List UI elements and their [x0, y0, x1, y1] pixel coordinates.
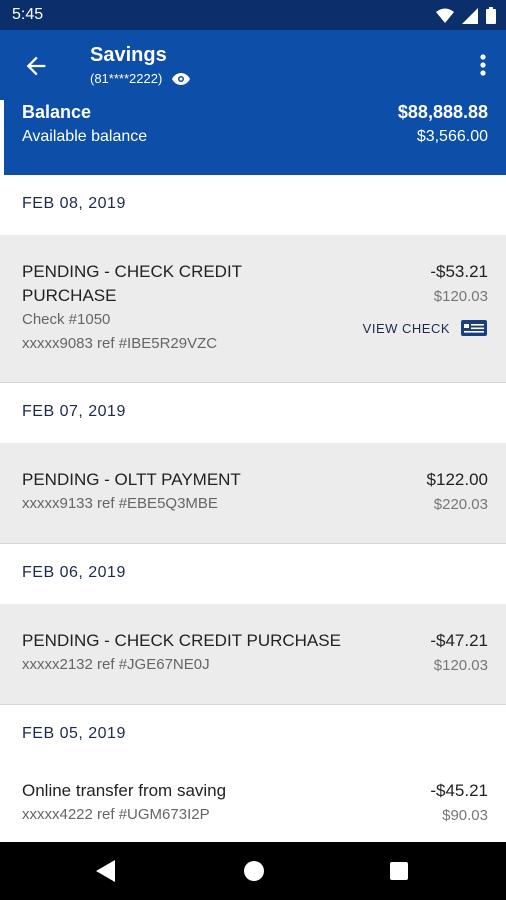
transaction-item[interactable]: PENDING - CHECK CREDIT PURCHASE xxxxx213…	[0, 604, 506, 705]
status-icons	[436, 7, 496, 24]
signal-icon	[462, 7, 478, 24]
nav-back-icon[interactable]	[96, 860, 116, 882]
back-arrow-icon[interactable]	[22, 52, 50, 80]
date-header: FEB 07, 2019	[0, 383, 506, 443]
page-title: Savings	[90, 44, 167, 66]
status-bar: 5:45	[0, 0, 506, 30]
battery-icon	[486, 7, 496, 24]
available-balance-label: Available balance	[22, 128, 148, 145]
date-header: FEB 05, 2019	[0, 705, 506, 765]
account-number: (81****2222)	[90, 71, 163, 86]
view-check-button[interactable]: VIEW CHECK	[363, 319, 488, 337]
transaction-description-line2: PURCHASE	[22, 286, 117, 305]
transaction-amount: -$53.21	[430, 262, 488, 281]
available-balance-value: $3,566.00	[416, 128, 488, 145]
date-header: FEB 06, 2019	[0, 544, 506, 604]
transaction-running-balance: $220.03	[433, 496, 488, 513]
balance-label: Balance	[22, 102, 92, 122]
transaction-description: Online transfer from saving	[22, 781, 227, 800]
transaction-running-balance: $90.03	[442, 807, 488, 824]
transaction-item[interactable]: PENDING - OLTT PAYMENT xxxxx9133 ref #EB…	[0, 443, 506, 544]
transaction-list[interactable]: FEB 08, 2019 PENDING - CHECK CREDIT PURC…	[0, 175, 506, 866]
transaction-item[interactable]: PENDING - CHECK CREDIT PURCHASE Check #1…	[0, 235, 506, 383]
transaction-ref: xxxxx2132 ref #JGE67NE0J	[22, 656, 210, 673]
transaction-running-balance: $120.03	[433, 657, 488, 674]
app-bar: Savings (81****2222)	[0, 30, 506, 100]
transaction-amount: -$47.21	[430, 631, 488, 650]
check-number: Check #1050	[22, 311, 111, 328]
transaction-ref: xxxxx4222 ref #UGM673I2P	[22, 806, 210, 823]
wifi-icon	[436, 8, 454, 23]
more-vert-icon[interactable]	[478, 50, 488, 80]
transaction-description: PENDING - CHECK CREDIT	[22, 262, 243, 281]
screen: 5:45 Savings (81****2222) Balance $88,88…	[0, 0, 506, 900]
check-image-icon	[461, 320, 487, 336]
transaction-running-balance: $120.03	[433, 288, 488, 305]
status-time: 5:45	[12, 6, 44, 23]
balance-panel: Balance $88,888.88 Available balance $3,…	[0, 100, 506, 175]
balance-accent	[0, 100, 4, 175]
eye-icon[interactable]	[172, 72, 191, 85]
view-check-label: VIEW CHECK	[362, 320, 450, 336]
transaction-amount: -$45.21	[430, 781, 488, 800]
account-number-row: (81****2222)	[90, 71, 191, 86]
transaction-ref: xxxxx9083 ref #IBE5R29VZC	[22, 335, 218, 352]
transaction-description: PENDING - CHECK CREDIT PURCHASE	[22, 631, 341, 650]
transaction-description: PENDING - OLTT PAYMENT	[22, 470, 241, 489]
nav-home-icon[interactable]	[243, 860, 265, 882]
date-header: FEB 08, 2019	[0, 175, 506, 235]
transaction-ref: xxxxx9133 ref #EBE5Q3MBE	[22, 495, 218, 512]
transaction-amount: $122.00	[426, 470, 488, 489]
balance-value: $88,888.88	[397, 102, 488, 122]
nav-recents-icon[interactable]	[390, 862, 408, 880]
system-nav-bar	[0, 842, 506, 900]
